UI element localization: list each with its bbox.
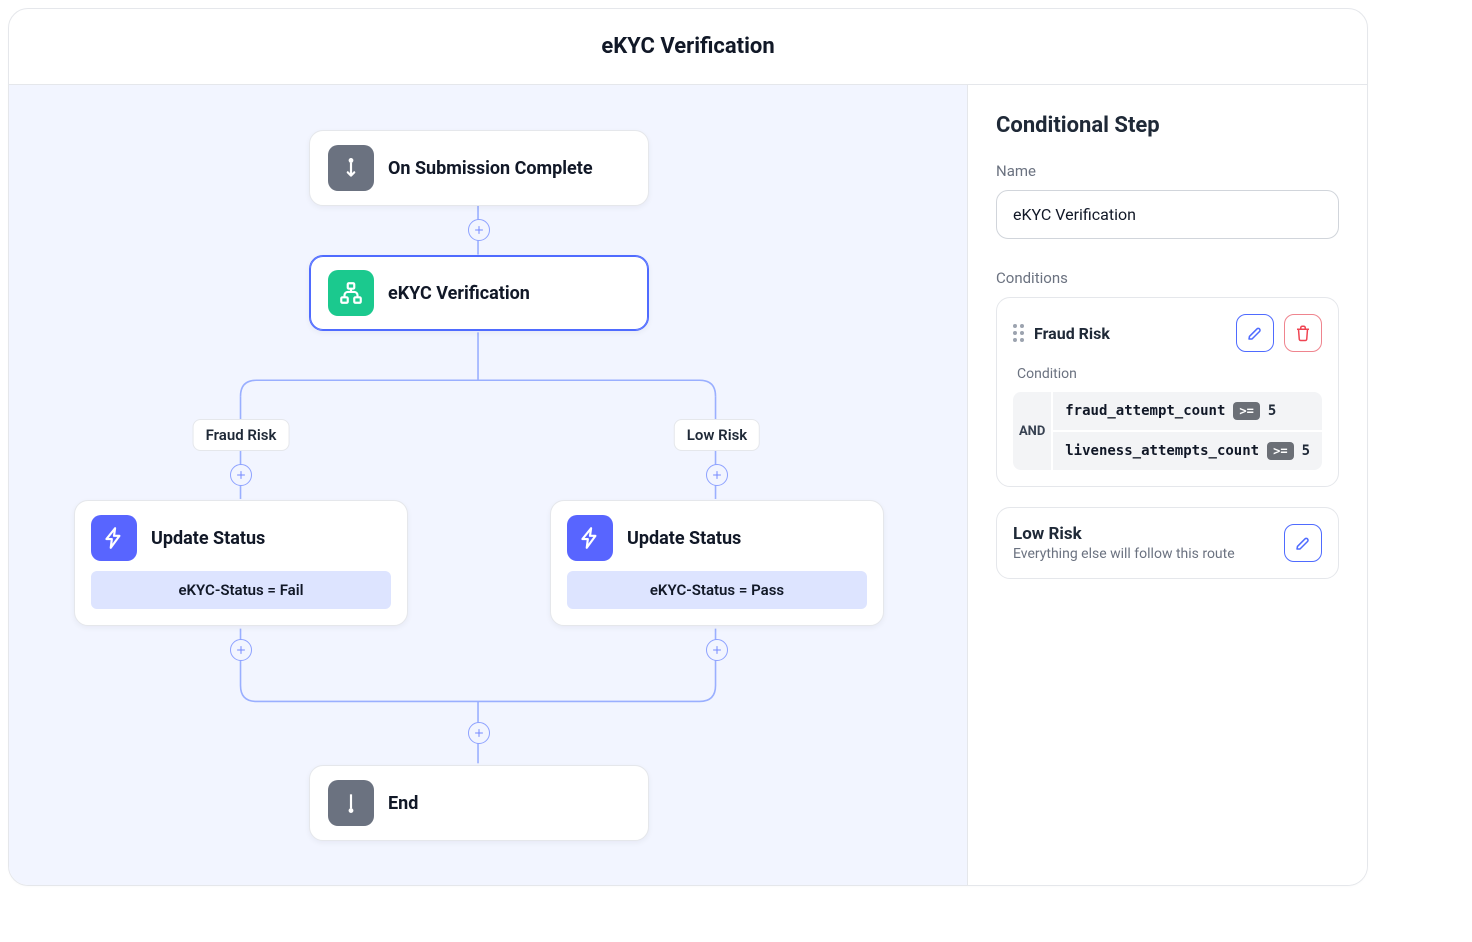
condition-sub-label: Condition <box>1013 366 1322 382</box>
add-step-button[interactable] <box>706 464 728 486</box>
node-title: eKYC Verification <box>388 283 530 304</box>
name-label: Name <box>996 162 1339 180</box>
add-step-button[interactable] <box>230 464 252 486</box>
condition-op: >= <box>1267 442 1293 460</box>
drag-handle-icon[interactable] <box>1013 324 1024 342</box>
node-title: Update Status <box>627 528 741 549</box>
condition-row: fraud_attempt_count >= 5 <box>1053 392 1322 430</box>
node-trigger[interactable]: On Submission Complete <box>309 130 649 206</box>
status-expression: eKYC-Status = Fail <box>91 571 391 609</box>
workflow-canvas[interactable]: On Submission Complete eKYC Verification… <box>9 85 967 885</box>
node-action-update-status[interactable]: Update Status eKYC-Status = Fail <box>74 500 408 626</box>
name-input[interactable] <box>996 190 1339 239</box>
node-title: Update Status <box>151 528 265 549</box>
add-step-button[interactable] <box>230 639 252 661</box>
app-frame: eKYC Verification <box>8 8 1368 886</box>
add-step-button[interactable] <box>706 639 728 661</box>
edit-button[interactable] <box>1236 314 1274 352</box>
logic-operator: AND <box>1013 392 1053 470</box>
node-conditional-selected[interactable]: eKYC Verification <box>309 255 649 331</box>
delete-button[interactable] <box>1284 314 1322 352</box>
trigger-icon <box>328 145 374 191</box>
condition-field: liveness_attempts_count <box>1065 443 1259 459</box>
panel-title: Conditional Step <box>996 113 1339 138</box>
end-icon <box>328 780 374 826</box>
properties-panel: Conditional Step Name Conditions Fraud R… <box>967 85 1367 885</box>
condition-logic: AND fraud_attempt_count >= 5 liveness_at… <box>1013 392 1322 470</box>
status-expression: eKYC-Status = Pass <box>567 571 867 609</box>
condition-op: >= <box>1233 402 1259 420</box>
else-route-card: Low Risk Everything else will follow thi… <box>996 507 1339 579</box>
lightning-icon <box>91 515 137 561</box>
condition-name: Fraud Risk <box>1034 324 1226 343</box>
add-step-button[interactable] <box>468 219 490 241</box>
condition-value: 5 <box>1302 443 1310 459</box>
node-end[interactable]: End <box>309 765 649 841</box>
branch-label-fraud-risk[interactable]: Fraud Risk <box>193 419 290 451</box>
condition-value: 5 <box>1268 403 1276 419</box>
else-route-title: Low Risk <box>1013 524 1272 544</box>
branch-icon <box>328 270 374 316</box>
node-title: On Submission Complete <box>388 158 593 179</box>
conditions-label: Conditions <box>996 269 1339 287</box>
branch-label-low-risk[interactable]: Low Risk <box>674 419 760 451</box>
node-action-update-status[interactable]: Update Status eKYC-Status = Pass <box>550 500 884 626</box>
else-route-sub: Everything else will follow this route <box>1013 546 1272 562</box>
edit-button[interactable] <box>1284 524 1322 562</box>
condition-card: Fraud Risk Condition AND fraud_attempt_c… <box>996 297 1339 487</box>
add-step-button[interactable] <box>468 722 490 744</box>
lightning-icon <box>567 515 613 561</box>
node-title: End <box>388 793 418 814</box>
main: On Submission Complete eKYC Verification… <box>9 85 1367 885</box>
page-title: eKYC Verification <box>9 9 1367 85</box>
condition-field: fraud_attempt_count <box>1065 403 1225 419</box>
condition-row: liveness_attempts_count >= 5 <box>1053 430 1322 470</box>
